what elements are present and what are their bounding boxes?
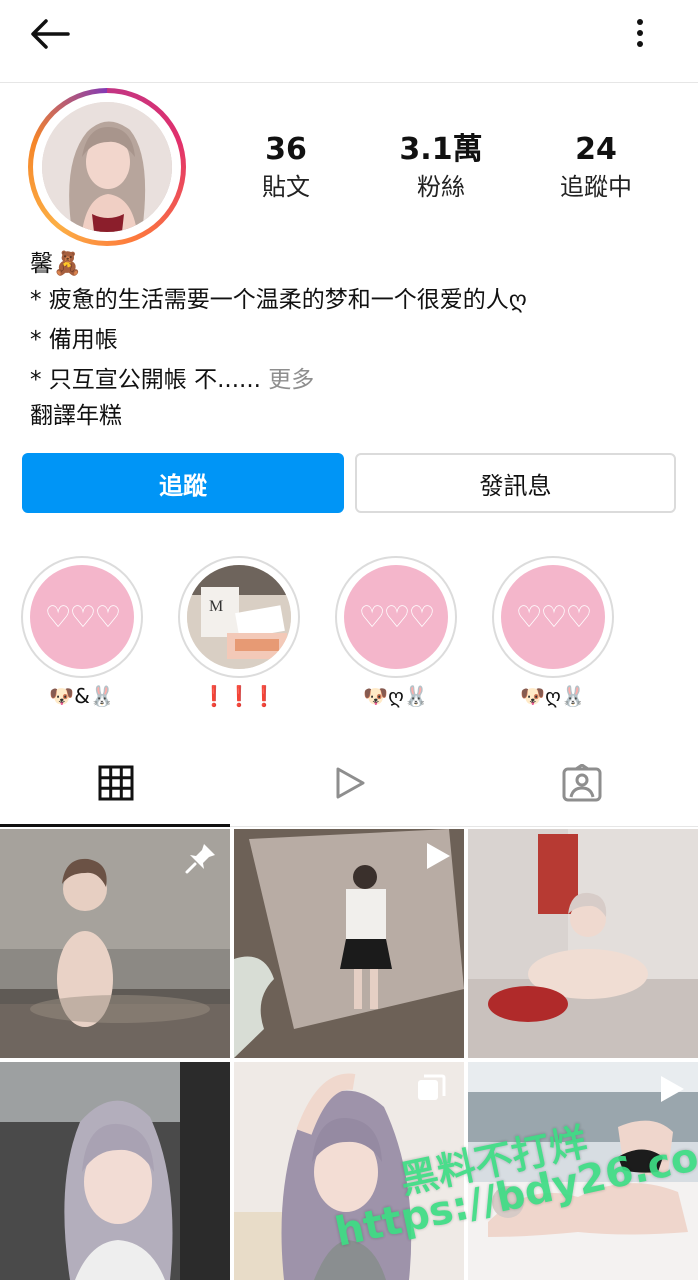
stat-followers-label: 粉絲 [417,173,465,201]
stat-followers[interactable]: 3.1萬 粉絲 [371,130,511,204]
tab-tagged[interactable] [466,740,698,826]
bio-line-2: * 備用帳 [30,327,118,353]
play-icon [336,767,365,799]
message-button[interactable]: 發訊息 [355,453,676,513]
carousel-icon [418,1074,446,1100]
stat-posts-count: 36 [265,132,307,167]
post-thumbnail[interactable] [468,829,698,1058]
grid-icon [98,765,134,801]
pin-icon [185,844,215,874]
highlight-cover: ♡♡♡ [344,565,448,669]
highlight-label: 🐶ღ🐰 [363,684,429,708]
highlight-label: 🐶&🐰 [49,684,115,708]
highlight-cover-photo: M [187,565,291,669]
highlight-label: 🐶ღ🐰 [520,684,586,708]
stat-following-count: 24 [575,132,617,167]
post-thumbnail[interactable] [234,829,464,1058]
hearts-icon: ♡♡♡ [515,599,593,635]
top-bar [0,0,698,83]
bio-line-3: * 只互宣公開帳 不...... 更多 [30,364,314,396]
svg-text:M: M [209,598,223,615]
bio-line-3-text: * 只互宣公開帳 不...... [30,367,261,393]
story-highlight[interactable]: ♡♡♡ 🐶ღ🐰 [335,556,457,710]
story-highlight[interactable]: ♡♡♡ 🐶&🐰 [21,556,143,710]
stat-posts[interactable]: 36 貼文 [216,130,356,204]
stat-following-label: 追蹤中 [560,173,632,201]
translate-link[interactable]: 翻譯年糕 [30,400,122,432]
post-thumbnail[interactable] [0,1062,230,1280]
tab-posts[interactable] [0,740,232,827]
stat-followers-count: 3.1萬 [399,132,483,167]
vertical-dots-icon[interactable] [628,16,652,52]
highlight-label: ❗❗❗ [201,684,277,708]
bio-more-link[interactable]: 更多 [261,367,314,393]
reel-play-icon [427,843,450,869]
story-highlight[interactable]: M ❗❗❗ [178,556,300,710]
highlight-cover: ♡♡♡ [30,565,134,669]
tagged-person-icon [562,764,602,802]
hearts-icon: ♡♡♡ [44,599,122,635]
highlight-cover: ♡♡♡ [501,565,605,669]
hearts-icon: ♡♡♡ [358,599,436,635]
reel-play-icon [661,1076,684,1102]
arrow-left-icon[interactable] [28,16,72,52]
stat-posts-label: 貼文 [262,173,310,201]
profile-tabs [0,740,698,827]
follow-button[interactable]: 追蹤 [22,453,344,513]
tab-reels[interactable] [233,740,465,826]
profile-avatar[interactable] [28,88,186,246]
avatar-photo [42,102,172,232]
story-highlight[interactable]: ♡♡♡ 🐶ღ🐰 [492,556,614,710]
active-tab-indicator [0,824,230,827]
bio-line-1: * 疲惫的生活需要一个温柔的梦和一个很爱的人ღ [30,287,527,313]
post-thumbnail[interactable] [0,829,230,1058]
stat-following[interactable]: 24 追蹤中 [526,130,666,204]
profile-name: 馨🧸 [30,251,82,277]
